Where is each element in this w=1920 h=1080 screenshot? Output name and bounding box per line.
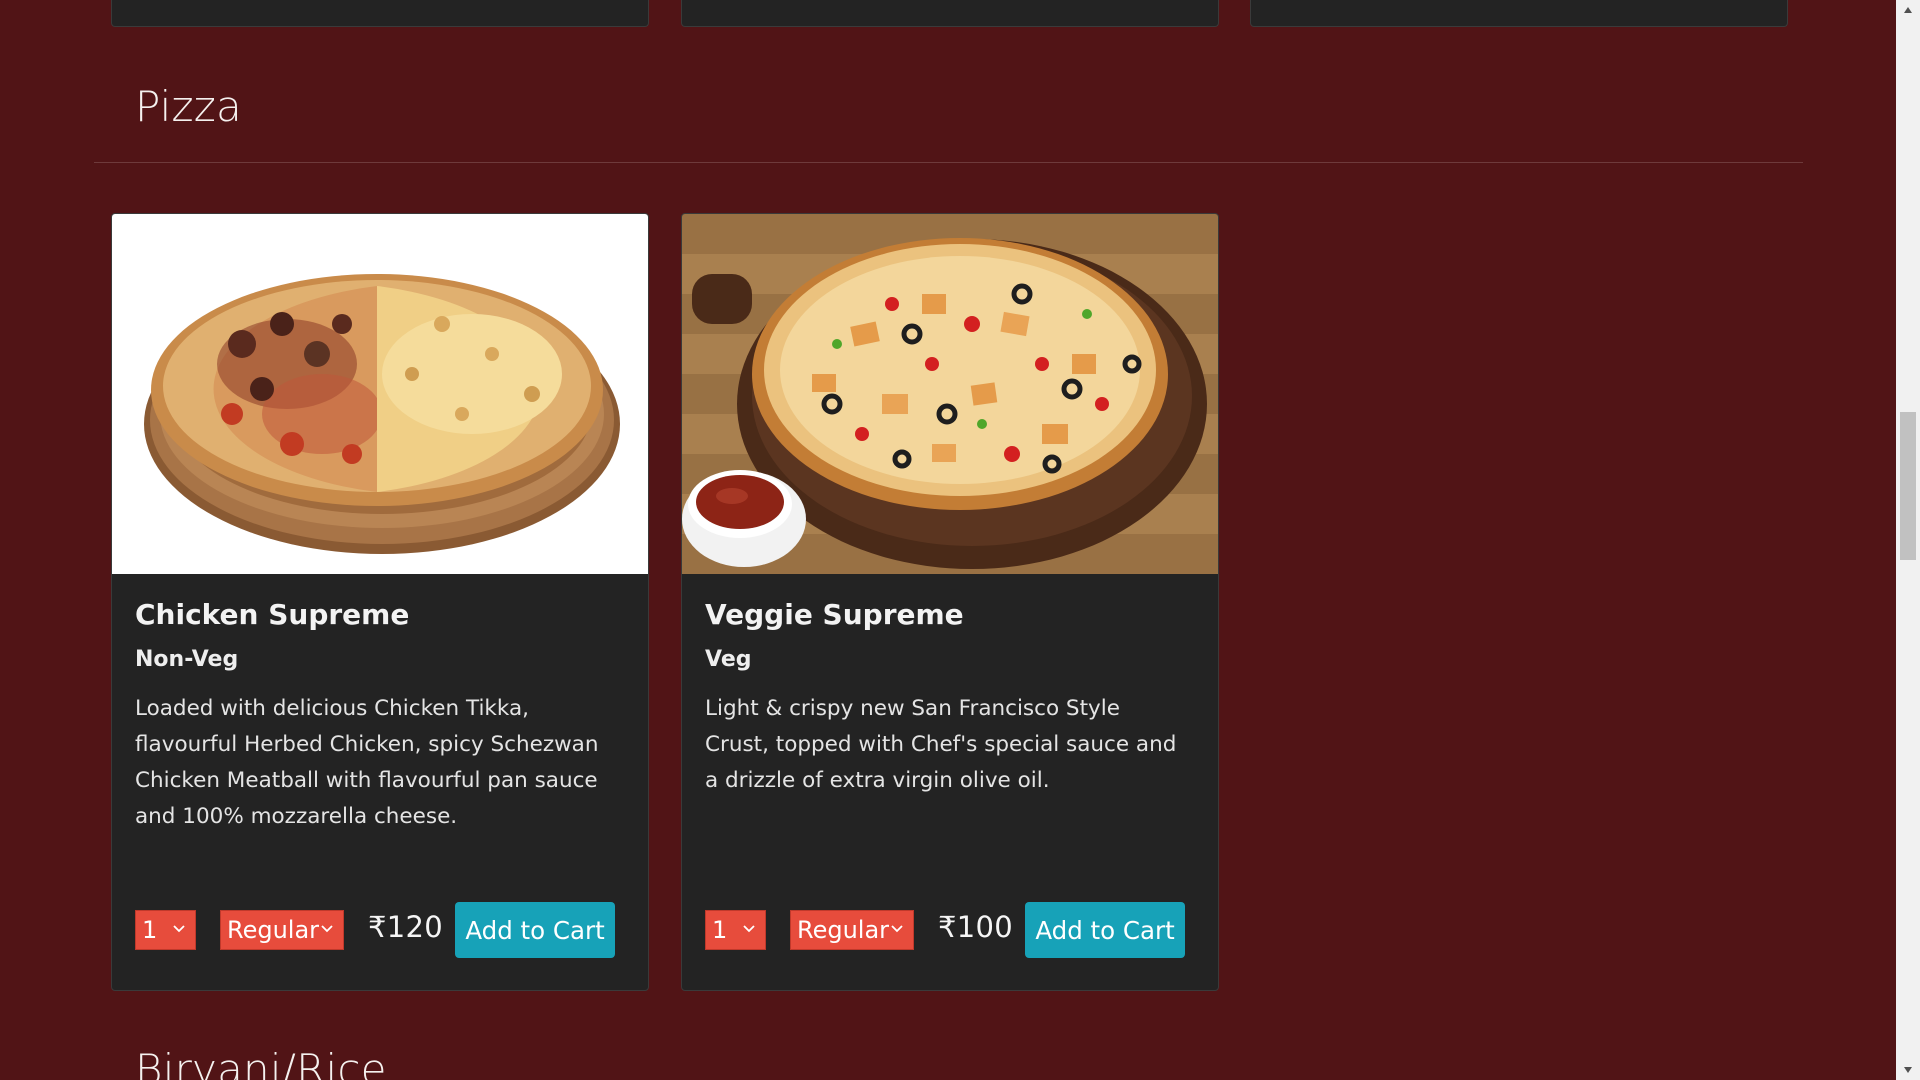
menu-item-card: Chicken Supreme Non-Veg Loaded with deli…	[111, 213, 649, 991]
previous-section-card	[1250, 0, 1788, 27]
item-price: ₹100	[938, 910, 1014, 944]
size-select[interactable]: Regular	[790, 910, 914, 950]
size-select[interactable]: Regular	[220, 910, 344, 950]
vertical-scrollbar[interactable]	[1896, 0, 1920, 1080]
size-value: Regular	[797, 916, 890, 944]
item-controls: 1 Regular ₹120 Add to Cart	[135, 902, 616, 958]
quantity-select[interactable]: 1	[705, 910, 766, 950]
previous-section-card	[111, 0, 649, 27]
item-controls: 1 Regular ₹100 Add to Cart	[705, 902, 1186, 958]
item-name: Veggie Supreme	[705, 598, 964, 631]
section-divider	[94, 162, 1803, 163]
section-title-pizza: Pizza	[135, 82, 242, 131]
chevron-down-icon	[891, 925, 903, 933]
menu-page: Pizza Chicken Supreme Non-Veg Loaded wit…	[0, 0, 1896, 1080]
chevron-down-icon	[173, 925, 185, 933]
item-price: ₹120	[368, 910, 444, 944]
item-name: Chicken Supreme	[135, 598, 410, 631]
scroll-down-icon[interactable]	[1896, 1060, 1920, 1080]
chevron-down-icon	[743, 925, 755, 933]
scrollbar-thumb[interactable]	[1900, 412, 1916, 560]
item-category: Non-Veg	[135, 647, 239, 672]
menu-item-card: Veggie Supreme Veg Light & crispy new Sa…	[681, 213, 1219, 991]
item-category: Veg	[705, 647, 752, 672]
quantity-select[interactable]: 1	[135, 910, 196, 950]
pizza-image-chicken-supreme	[112, 214, 648, 574]
pizza-image-veggie-supreme	[682, 214, 1218, 574]
quantity-value: 1	[712, 916, 728, 944]
chevron-down-icon	[321, 925, 333, 933]
add-to-cart-button[interactable]: Add to Cart	[455, 902, 616, 958]
section-title-biryani-rice: Biryani/Rice	[135, 1045, 387, 1080]
size-value: Regular	[227, 916, 320, 944]
scroll-up-icon[interactable]	[1896, 0, 1920, 20]
add-to-cart-button[interactable]: Add to Cart	[1025, 902, 1186, 958]
item-description: Loaded with delicious Chicken Tikka, fla…	[135, 696, 599, 829]
quantity-value: 1	[142, 916, 158, 944]
item-description: Light & crispy new San Francisco Style C…	[705, 696, 1177, 793]
previous-section-card	[681, 0, 1219, 27]
